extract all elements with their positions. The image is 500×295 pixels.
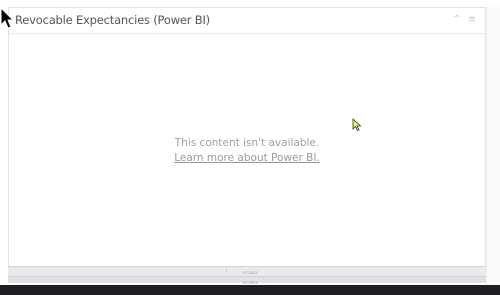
learn-more-container: Learn more about Power BI. (9, 152, 485, 164)
mouse-pointer-icon (0, 7, 14, 29)
scrollbar[interactable] (486, 7, 500, 285)
learn-more-link[interactable]: Learn more about Power BI. (174, 152, 320, 164)
bottom-bar (0, 285, 500, 295)
unavailable-message: This content isn't available. (174, 137, 320, 149)
report-panel: Revocable Expectancies (Power BI) ⌃ ≡ Th… (8, 7, 486, 275)
panel-header: Revocable Expectancies (Power BI) ⌃ ≡ (9, 8, 485, 34)
panel-title: Revocable Expectancies (Power BI) (15, 13, 210, 27)
chevron-up-icon[interactable]: ⌃ (451, 13, 463, 27)
footer-label: cs adcs (243, 270, 258, 275)
highlighted-pointer-icon (352, 118, 362, 131)
footer-tab-marker (226, 268, 234, 272)
hamburger-menu-icon[interactable]: ≡ (466, 13, 478, 27)
screen: Revocable Expectancies (Power BI) ⌃ ≡ Th… (0, 0, 500, 295)
